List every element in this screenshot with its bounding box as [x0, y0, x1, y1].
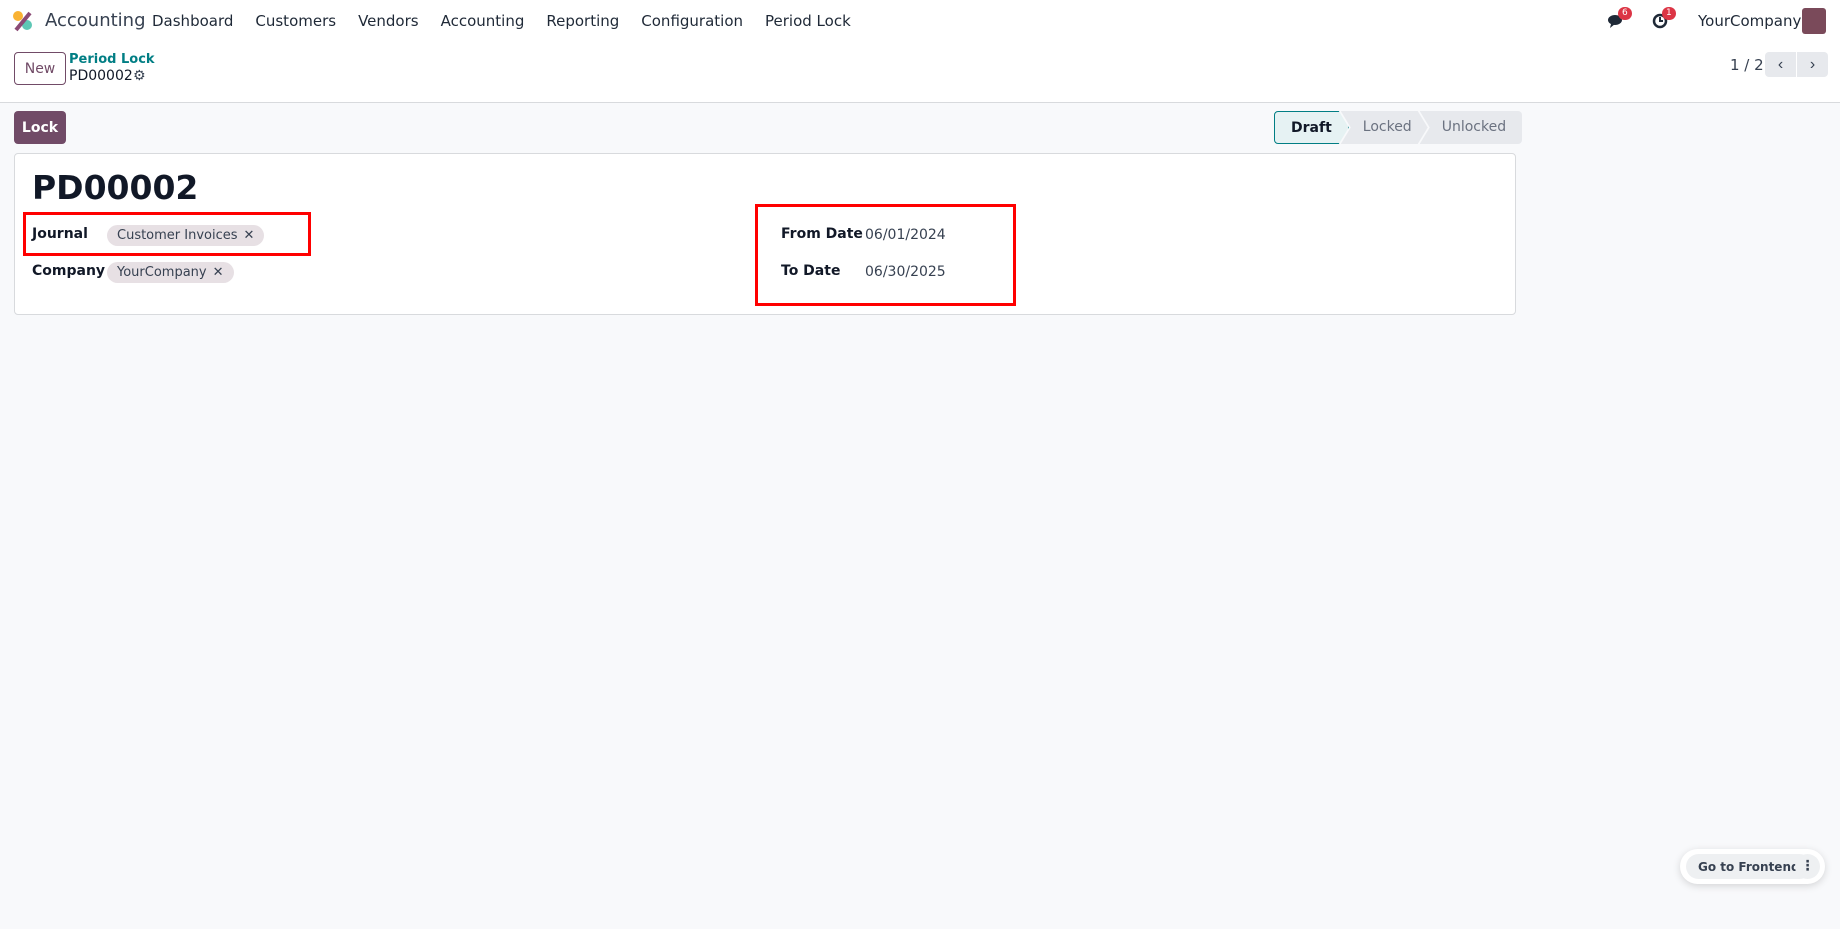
menu-period-lock[interactable]: Period Lock [765, 12, 851, 30]
menu-accounting[interactable]: Accounting [441, 12, 525, 30]
menu-customers[interactable]: Customers [255, 12, 336, 30]
lock-button[interactable]: Lock [14, 111, 66, 144]
menu-dashboard[interactable]: Dashboard [152, 12, 233, 30]
breadcrumb-current: PD00002 [69, 68, 133, 84]
activities-badge: 1 [1662, 7, 1676, 20]
breadcrumb-parent[interactable]: Period Lock [69, 52, 155, 67]
main-menu: Dashboard Customers Vendors Accounting R… [152, 12, 851, 30]
menu-configuration[interactable]: Configuration [641, 12, 743, 30]
stage-locked[interactable]: Locked [1341, 111, 1428, 144]
activities-icon[interactable]: 1 [1652, 7, 1676, 30]
record-title: PD00002 [32, 168, 199, 207]
chevron-left-icon: ‹ [1777, 55, 1784, 73]
frontend-widget: Go to Frontend ⋮ [1680, 849, 1825, 884]
menu-reporting[interactable]: Reporting [546, 12, 619, 30]
highlight-box-dates [755, 204, 1016, 306]
stage-draft[interactable]: Draft [1274, 111, 1349, 144]
messages-badge: 6 [1618, 7, 1632, 20]
new-button[interactable]: New [14, 52, 66, 85]
statusbar: Draft Locked Unlocked [1274, 111, 1523, 144]
pager-next-button[interactable]: › [1797, 52, 1828, 77]
menu-vendors[interactable]: Vendors [358, 12, 419, 30]
chevron-right-icon: › [1809, 55, 1816, 73]
messages-icon[interactable]: 6 [1608, 7, 1632, 30]
highlight-box-journal [23, 212, 311, 256]
top-navbar: Accounting Dashboard Customers Vendors A… [0, 0, 1840, 42]
company-tag-label: YourCompany [117, 265, 207, 280]
app-logo-icon[interactable] [12, 10, 34, 32]
company-tag[interactable]: YourCompany ✕ [107, 262, 234, 283]
company-label: Company [32, 263, 106, 279]
stage-unlocked[interactable]: Unlocked [1419, 111, 1523, 144]
go-to-frontend-button[interactable]: Go to Frontend [1686, 854, 1812, 879]
close-icon[interactable]: ✕ [213, 265, 224, 280]
company-switcher[interactable]: YourCompany [1698, 12, 1801, 30]
user-avatar[interactable] [1802, 8, 1826, 34]
pager-value[interactable]: 1 / 2 [1730, 56, 1764, 74]
pager-previous-button[interactable]: ‹ [1765, 52, 1796, 77]
more-options-icon[interactable]: ⋮ [1795, 854, 1820, 879]
control-panel: New Period Lock PD00002 ⚙ 1 / 2 ‹ › [0, 42, 1840, 103]
app-name[interactable]: Accounting [45, 10, 146, 31]
gear-icon[interactable]: ⚙ [133, 68, 146, 84]
